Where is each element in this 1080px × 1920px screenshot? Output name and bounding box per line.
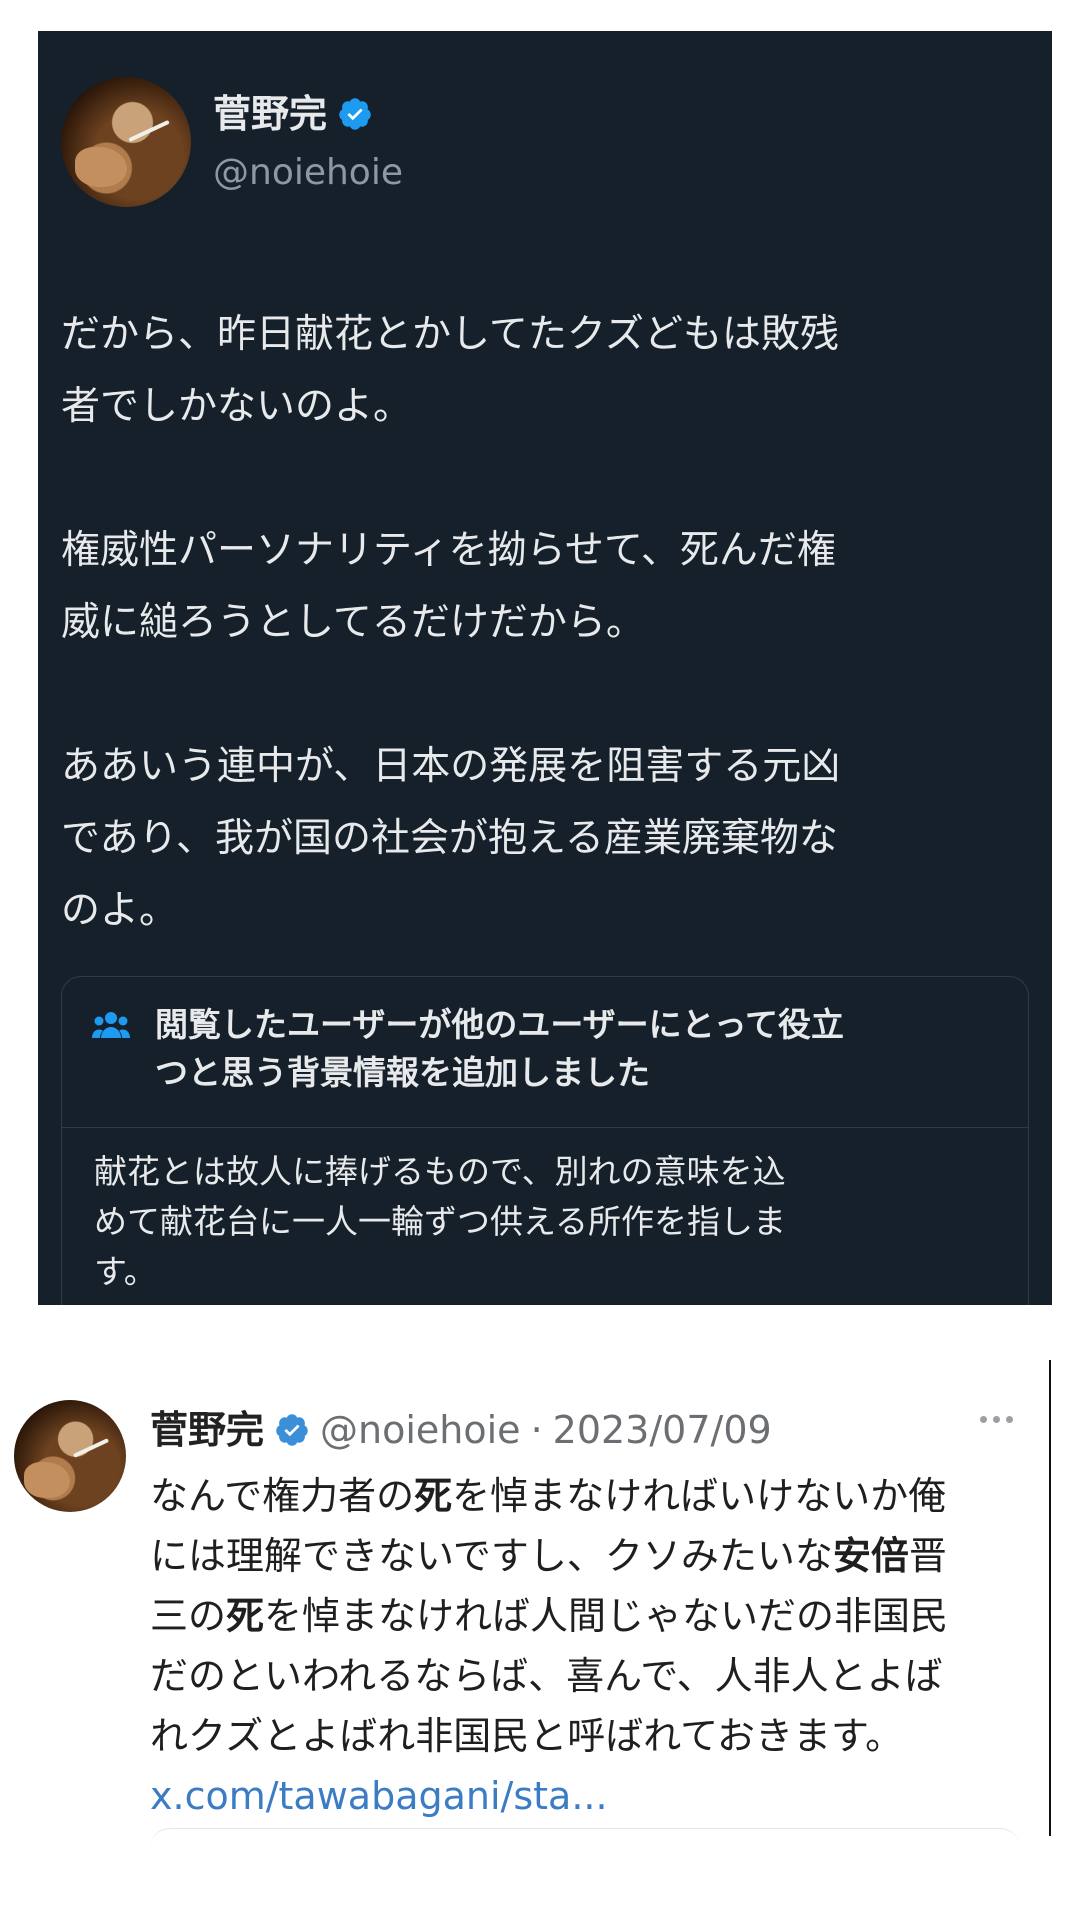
tweet-link[interactable]: x.com/tawabagani/sta... <box>150 1766 608 1826</box>
divider <box>1049 1360 1051 1836</box>
avatar-hand <box>75 147 127 187</box>
display-name-text: 菅野完 <box>213 92 328 136</box>
community-note-title: 閲覧したユーザーが他のユーザーにとって役立 つと思う背景情報を追加しました <box>155 1005 845 1092</box>
tweet-date[interactable]: 2023/07/09 <box>553 1400 772 1460</box>
display-name[interactable]: 菅野完 <box>213 89 373 139</box>
community-note-header: 閲覧したユーザーが他のユーザーにとって役立 つと思う背景情報を追加しました <box>62 977 1028 1128</box>
separator-dot: · <box>530 1408 543 1452</box>
verified-badge-icon <box>337 96 373 132</box>
top-tweet-card: 菅野完 @noiehoie だから、昨日献花とかしてたクズどもは敗残 者でしかな… <box>38 31 1052 1305</box>
tweet-body: なんで権力者の死を悼まなければいけないか俺 には理解できないですし、クソみたいな… <box>150 1466 1035 1766</box>
tweet-line: だのといわれるならば、喜んで、人非人とよば <box>150 1654 943 1698</box>
tweet-line: なんで権力者の死を悼まなければいけないか俺 <box>150 1474 947 1518</box>
avatar[interactable] <box>61 77 191 207</box>
user-handle[interactable]: @noiehoie <box>213 149 403 197</box>
community-note-body: 献花とは故人に捧げるもので、別れの意味を込 めて献花台に一人一輪ずつ供える所作を… <box>94 1152 787 1291</box>
avatar-cigarette <box>128 119 170 143</box>
verified-badge-icon <box>274 1412 310 1448</box>
user-handle[interactable]: @noiehoie <box>320 1400 521 1460</box>
tweet-paragraph: だから、昨日献花とかしてたクズどもは敗残 者でしかないのよ。 <box>61 312 840 429</box>
bottom-tweet-card: 菅野完 @noiehoie · 2023/07/09 なんで権力者の死を悼まなけ… <box>0 1360 1080 1860</box>
avatar-hand <box>24 1462 70 1498</box>
avatar-cigarette <box>72 1438 110 1458</box>
embedded-card-edge <box>150 1828 1020 1869</box>
community-note[interactable]: 閲覧したユーザーが他のユーザーにとって役立 つと思う背景情報を追加しました 献花… <box>61 976 1029 1305</box>
tweet-line: れクズとよばれ非国民と呼ばれておきます。 <box>150 1714 904 1758</box>
tweet-body: だから、昨日献花とかしてたクズどもは敗残 者でしかないのよ。 権威性パーソナリテ… <box>61 299 1021 947</box>
tweet-line: 三の死を悼まなければ人間じゃないだの非国民 <box>150 1594 949 1638</box>
tweet-paragraph: 権威性パーソナリティを拗らせて、死んだ権 威に縋ろうとしてるだけだから。 <box>61 528 836 645</box>
more-options-icon[interactable] <box>980 1416 1013 1423</box>
tweet-line: には理解できないですし、クソみたいな安倍晋 <box>150 1534 947 1578</box>
tweet-paragraph: ああいう連中が、日本の発展を阻害する元凶 であり、我が国の社会が抱える産業廃棄物… <box>61 744 841 933</box>
people-icon <box>92 1011 130 1045</box>
tweet-header: 菅野完 @noiehoie · 2023/07/09 <box>150 1400 772 1460</box>
display-name[interactable]: 菅野完 <box>150 1400 264 1460</box>
avatar[interactable] <box>14 1400 126 1512</box>
